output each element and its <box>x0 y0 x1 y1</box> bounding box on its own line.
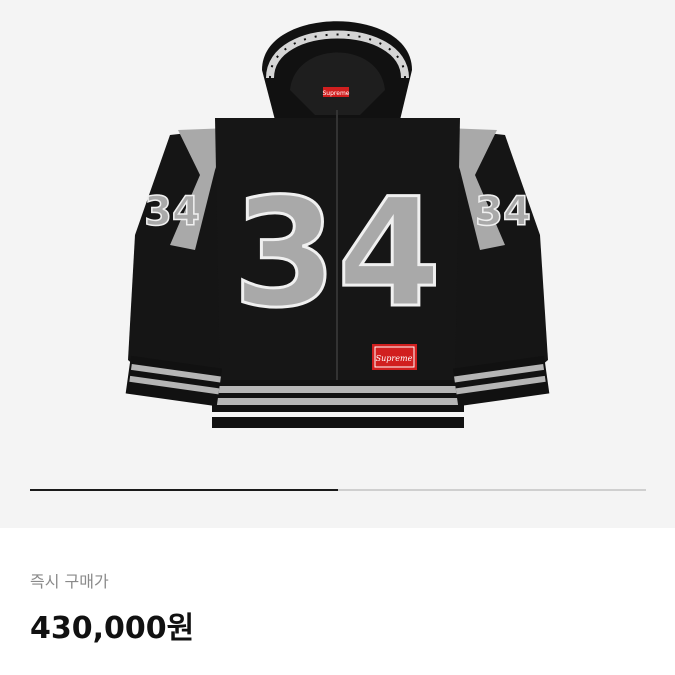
instant-buy-price: 430,000원 <box>30 611 195 646</box>
collar-tag-label: Supreme <box>323 90 350 97</box>
sleeve-number-left: 34 <box>144 189 200 235</box>
product-image-area[interactable]: Supreme 34 34 34 Supreme <box>0 0 675 528</box>
instant-buy-label: 즉시 구매가 <box>30 572 109 591</box>
gallery-progress-bar <box>30 489 646 491</box>
sleeve-number-right: 34 <box>475 189 531 235</box>
chest-number-left: 34 <box>233 167 442 341</box>
product-image: Supreme 34 34 34 Supreme <box>125 21 550 428</box>
gallery-progress-fill <box>30 489 338 491</box>
purchase-info: 즉시 구매가 430,000원 <box>0 528 675 675</box>
patch-label: Supreme <box>376 354 413 363</box>
